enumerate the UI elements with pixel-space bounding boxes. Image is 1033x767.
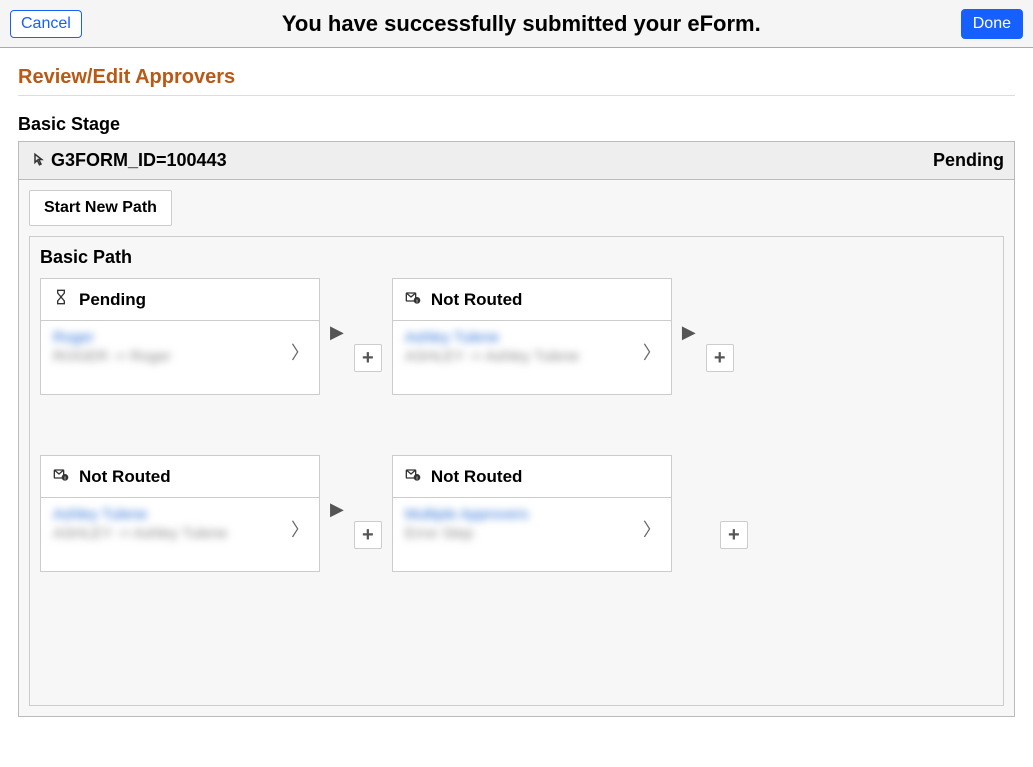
done-button[interactable]: Done bbox=[961, 9, 1023, 39]
card-header: ! Not Routed bbox=[393, 456, 671, 498]
card-status: Not Routed bbox=[79, 467, 171, 487]
path-title: Basic Path bbox=[40, 247, 993, 268]
add-step-button[interactable]: + bbox=[720, 521, 748, 549]
content-area: Review/Edit Approvers Basic Stage G3FORM… bbox=[0, 48, 1033, 735]
card-body: Multiple Approvers Error Step 〉 bbox=[393, 498, 671, 571]
cards-row-1: Pending Roger ROGER -> Roger 〉 ▶ + bbox=[40, 278, 993, 395]
approver-link[interactable]: Ashley Tulene bbox=[53, 506, 307, 523]
notrouted-icon: ! bbox=[53, 466, 69, 487]
stage-title: Basic Stage bbox=[18, 114, 1015, 135]
approver-card: ! Not Routed Ashley Tulene ASHLEY -> Ash… bbox=[40, 455, 320, 572]
chevron-right-icon[interactable]: 〉 bbox=[643, 516, 661, 542]
approver-card: Pending Roger ROGER -> Roger 〉 bbox=[40, 278, 320, 395]
section-title: Review/Edit Approvers bbox=[18, 66, 1015, 96]
chevron-right-icon[interactable]: 〉 bbox=[291, 516, 309, 542]
card-status: Pending bbox=[79, 290, 146, 310]
notrouted-icon: ! bbox=[405, 466, 421, 487]
stage-box: G3FORM_ID=100443 Pending Start New Path … bbox=[18, 141, 1015, 717]
approver-detail: ROGER -> Roger bbox=[53, 348, 171, 365]
cards-row-2: ! Not Routed Ashley Tulene ASHLEY -> Ash… bbox=[40, 455, 993, 572]
approver-link[interactable]: Multiple Approvers bbox=[405, 506, 659, 523]
add-step-button[interactable]: + bbox=[354, 521, 382, 549]
card-header: ! Not Routed bbox=[41, 456, 319, 498]
approver-detail: ASHLEY -> Ashley Tulene bbox=[53, 525, 227, 542]
cancel-button[interactable]: Cancel bbox=[10, 10, 82, 38]
stage-body: Start New Path Basic Path Pending bbox=[19, 180, 1014, 716]
arrow-right-icon: ▶ bbox=[330, 455, 344, 520]
arrow-right-icon: ▶ bbox=[682, 278, 696, 343]
start-new-path-button[interactable]: Start New Path bbox=[29, 190, 172, 226]
card-header: ! Not Routed bbox=[393, 279, 671, 321]
path-box: Basic Path Pending bbox=[29, 236, 1004, 706]
card-body: Ashley Tulene ASHLEY -> Ashley Tulene 〉 bbox=[393, 321, 671, 394]
page-title: You have successfully submitted your eFo… bbox=[82, 11, 961, 37]
form-id-label: G3FORM_ID=100443 bbox=[51, 150, 227, 171]
hourglass-icon bbox=[53, 289, 69, 310]
add-step-button[interactable]: + bbox=[354, 344, 382, 372]
approver-link[interactable]: Roger bbox=[53, 329, 307, 346]
chevron-right-icon[interactable]: 〉 bbox=[291, 339, 309, 365]
card-body: Roger ROGER -> Roger 〉 bbox=[41, 321, 319, 394]
chevron-right-icon[interactable]: 〉 bbox=[643, 339, 661, 365]
approver-card: ! Not Routed Ashley Tulene ASHLEY -> Ash… bbox=[392, 278, 672, 395]
approver-detail: ASHLEY -> Ashley Tulene bbox=[405, 348, 579, 365]
approver-card: ! Not Routed Multiple Approvers Error St… bbox=[392, 455, 672, 572]
card-body: Ashley Tulene ASHLEY -> Ashley Tulene 〉 bbox=[41, 498, 319, 571]
card-status: Not Routed bbox=[431, 467, 523, 487]
app-header: Cancel You have successfully submitted y… bbox=[0, 0, 1033, 48]
approver-link[interactable]: Ashley Tulene bbox=[405, 329, 659, 346]
add-step-button[interactable]: + bbox=[706, 344, 734, 372]
stage-status: Pending bbox=[933, 150, 1004, 171]
notrouted-icon: ! bbox=[405, 289, 421, 310]
cursor-icon bbox=[29, 152, 47, 170]
card-header: Pending bbox=[41, 279, 319, 321]
approver-detail: Error Step bbox=[405, 525, 473, 542]
stage-header: G3FORM_ID=100443 Pending bbox=[19, 142, 1014, 180]
card-status: Not Routed bbox=[431, 290, 523, 310]
arrow-right-icon: ▶ bbox=[330, 278, 344, 343]
